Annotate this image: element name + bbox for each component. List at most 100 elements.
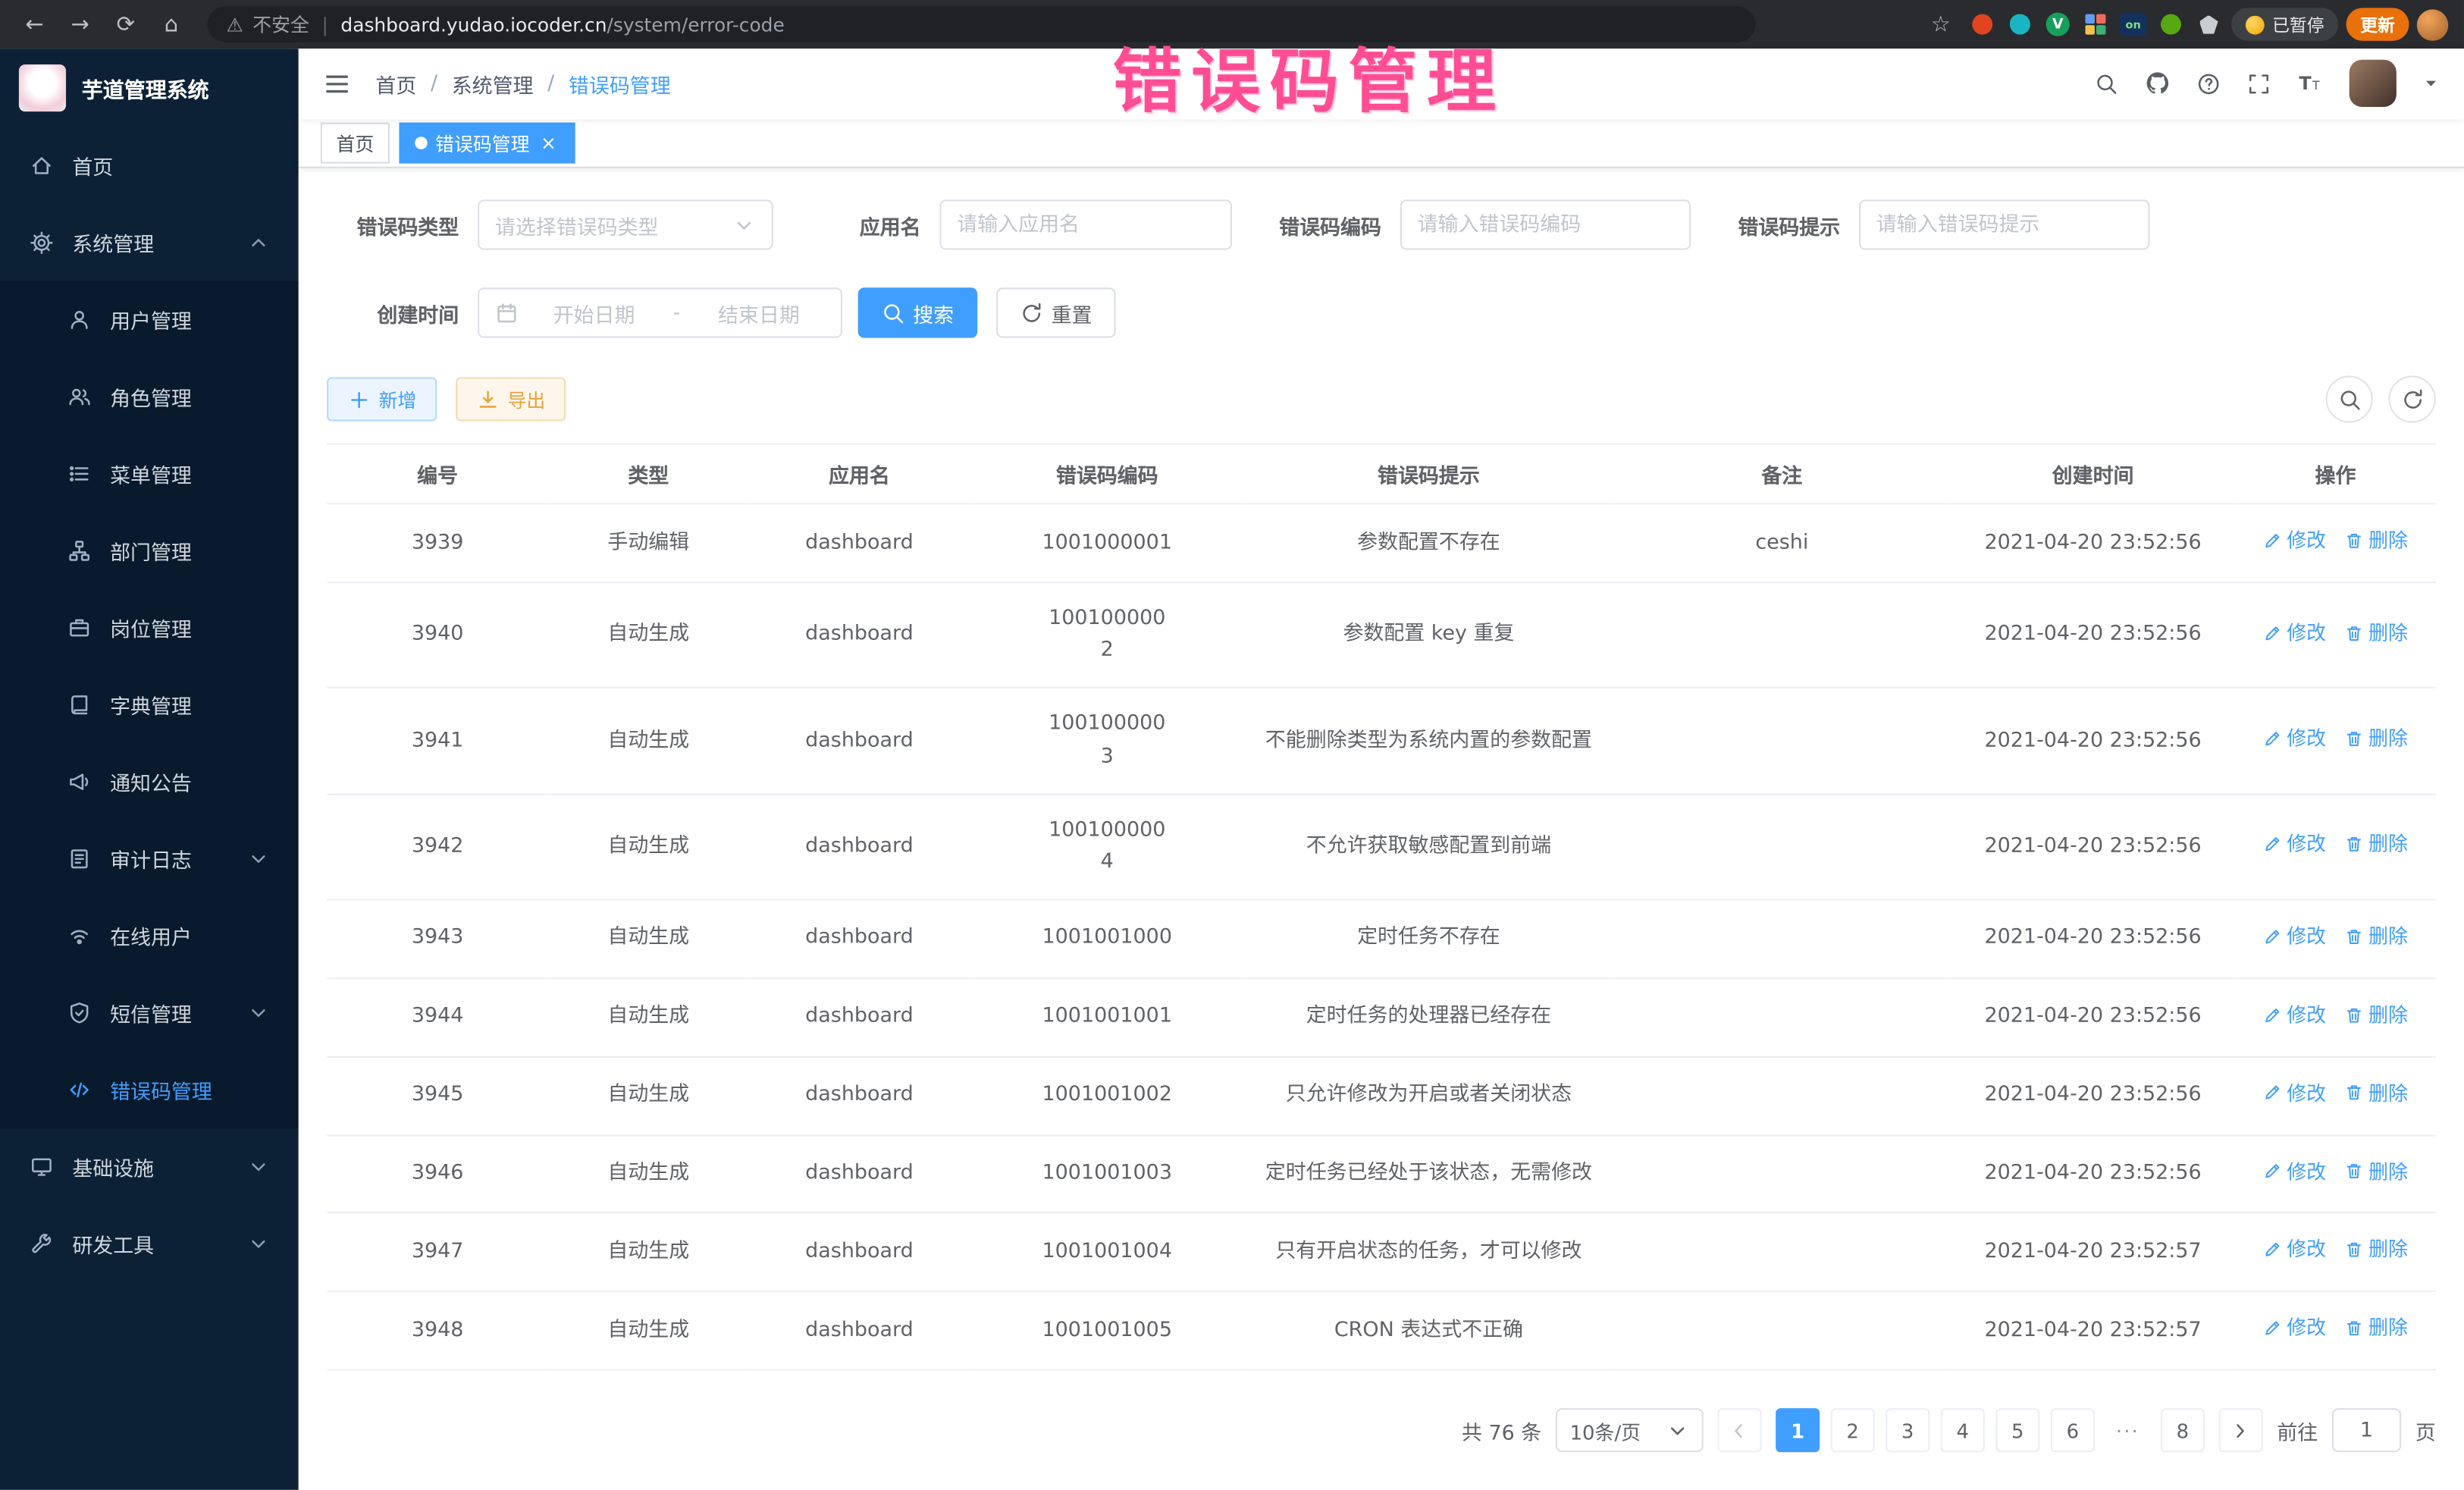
back-button[interactable]: ← [16, 5, 54, 43]
sidebar-item[interactable]: 错误码管理 [0, 1052, 299, 1129]
delete-link[interactable]: 删除 [2345, 829, 2408, 859]
error-type-select[interactable]: 请选择错误码类型 [478, 200, 773, 250]
tab-error-code[interactable]: 错误码管理 × [399, 123, 575, 164]
toggle-search-button[interactable] [2326, 376, 2373, 423]
edit-link[interactable]: 修改 [2263, 1078, 2326, 1108]
edit-link[interactable]: 修改 [2263, 1156, 2326, 1187]
sidebar-item[interactable]: 短信管理 [0, 974, 299, 1052]
sidebar-item[interactable]: 菜单管理 [0, 435, 299, 513]
pager-page-8[interactable]: 8 [2161, 1408, 2205, 1452]
date-range-picker[interactable]: 开始日期 - 结束日期 [478, 288, 842, 338]
pager-page-4[interactable]: 4 [1941, 1408, 1985, 1452]
sidebar-item[interactable]: 首页 [0, 127, 299, 205]
sidebar-item[interactable]: 部门管理 [0, 513, 299, 590]
tab-home[interactable]: 首页 [321, 123, 390, 164]
extension-icon-green-v[interactable]: V [2043, 9, 2073, 39]
delete-link[interactable]: 删除 [2345, 1313, 2408, 1343]
reload-button[interactable]: ⟳ [107, 5, 145, 43]
delete-link[interactable]: 删除 [2345, 1078, 2408, 1108]
error-code-field[interactable] [1400, 200, 1691, 250]
extension-icon-red[interactable] [1967, 9, 1997, 39]
sidebar-item[interactable]: 在线用户 [0, 898, 299, 975]
table-header-row: 编号 类型 应用名 错误码编码 错误码提示 备注 创建时间 操作 [327, 444, 2436, 504]
search-button[interactable]: 搜索 [858, 288, 978, 338]
extension-icon-grid[interactable] [2080, 9, 2110, 39]
extension-icon-pin[interactable] [2193, 9, 2223, 39]
paused-badge[interactable]: 已暂停 [2231, 8, 2338, 41]
page-size-select[interactable]: 10条/页 [1556, 1408, 1704, 1452]
extension-icon-on-badge[interactable]: on [2118, 9, 2148, 39]
edit-link[interactable]: 修改 [2263, 829, 2326, 859]
address-bar[interactable]: ⚠ 不安全 | dashboard.yudao.iocoder.cn/syste… [208, 6, 1756, 42]
extension-icon-teal[interactable] [2005, 9, 2035, 39]
export-button[interactable]: 导出 [456, 378, 566, 422]
add-button[interactable]: 新增 [327, 378, 437, 422]
github-icon[interactable] [2145, 71, 2170, 96]
delete-link[interactable]: 删除 [2345, 1234, 2408, 1265]
app-name-field[interactable] [939, 200, 1232, 250]
app-logo[interactable]: 芋道管理系统 [0, 49, 299, 127]
delete-icon [2345, 729, 2364, 748]
error-code-table: 编号 类型 应用名 错误码编码 错误码提示 备注 创建时间 操作 3939手动编… [327, 444, 2436, 1370]
pager-page-2[interactable]: 2 [1831, 1408, 1875, 1452]
fontsize-icon[interactable]: TT [2297, 71, 2322, 96]
pager-next-button[interactable] [2219, 1408, 2263, 1452]
edit-link[interactable]: 修改 [2263, 723, 2326, 754]
refresh-table-button[interactable] [2389, 376, 2436, 423]
pager-prev-button[interactable] [1717, 1408, 1761, 1452]
edit-link[interactable]: 修改 [2263, 525, 2326, 556]
edit-link[interactable]: 修改 [2263, 999, 2326, 1030]
edit-link[interactable]: 修改 [2263, 921, 2326, 952]
sidebar-item[interactable]: 字典管理 [0, 667, 299, 744]
pager-page-5[interactable]: 5 [1995, 1408, 2039, 1452]
sidebar-item[interactable]: 审计日志 [0, 820, 299, 898]
hamburger-icon[interactable] [324, 71, 350, 97]
user-avatar[interactable] [2350, 60, 2397, 107]
delete-link[interactable]: 删除 [2345, 1156, 2408, 1187]
sidebar-item[interactable]: 系统管理 [0, 204, 299, 281]
error-hint-input[interactable] [1876, 214, 2133, 237]
error-hint-field[interactable] [1859, 200, 2149, 250]
app-name-input[interactable] [957, 214, 1215, 237]
breadcrumb: 首页 / 系统管理 / 错误码管理 [375, 69, 670, 99]
sidebar-item[interactable]: 角色管理 [0, 359, 299, 436]
error-code-input[interactable] [1418, 214, 1674, 237]
pager-page-3[interactable]: 3 [1886, 1408, 1930, 1452]
extension-icon-leaf[interactable] [2156, 9, 2186, 39]
help-icon[interactable] [2197, 72, 2221, 96]
cell-memo: ceshi [1613, 504, 1951, 582]
pager-page-6[interactable]: 6 [2051, 1408, 2095, 1452]
breadcrumb-home[interactable]: 首页 [375, 69, 416, 99]
delete-link[interactable]: 删除 [2345, 921, 2408, 952]
delete-link[interactable]: 删除 [2345, 723, 2408, 754]
edit-link[interactable]: 修改 [2263, 617, 2326, 648]
col-memo: 备注 [1613, 444, 1951, 504]
breadcrumb-system[interactable]: 系统管理 [452, 69, 534, 99]
sidebar-item-label: 字典管理 [110, 690, 192, 720]
sidebar-item[interactable]: 岗位管理 [0, 589, 299, 667]
bookmark-star-icon[interactable]: ☆ [1922, 5, 1960, 43]
page-content: 错误码类型 请选择错误码类型 应用名 错误码编码 [299, 169, 2464, 1490]
update-button[interactable]: 更新 [2346, 8, 2409, 41]
edit-link[interactable]: 修改 [2263, 1313, 2326, 1343]
close-icon[interactable]: × [538, 132, 560, 154]
edit-icon [2263, 532, 2282, 551]
delete-link[interactable]: 删除 [2345, 617, 2408, 648]
sidebar-item[interactable]: 研发工具 [0, 1206, 299, 1283]
delete-link[interactable]: 删除 [2345, 999, 2408, 1030]
pager-goto-input[interactable] [2332, 1408, 2401, 1452]
header-search-icon[interactable] [2095, 72, 2118, 96]
sidebar-item[interactable]: 用户管理 [0, 281, 299, 359]
fullscreen-icon[interactable] [2247, 72, 2271, 96]
cell-time: 2021-04-20 23:52:56 [1951, 978, 2235, 1056]
sidebar-item[interactable]: 通知公告 [0, 743, 299, 820]
forward-button[interactable]: → [61, 5, 99, 43]
reset-button[interactable]: 重置 [996, 288, 1116, 338]
sidebar-item[interactable]: 基础设施 [0, 1128, 299, 1206]
home-button[interactable]: ⌂ [152, 5, 190, 43]
pager-page-1[interactable]: 1 [1776, 1408, 1820, 1452]
edit-link[interactable]: 修改 [2263, 1234, 2326, 1265]
browser-profile-avatar[interactable] [2417, 8, 2448, 39]
avatar-caret-icon[interactable] [2423, 76, 2439, 92]
delete-link[interactable]: 删除 [2345, 525, 2408, 556]
